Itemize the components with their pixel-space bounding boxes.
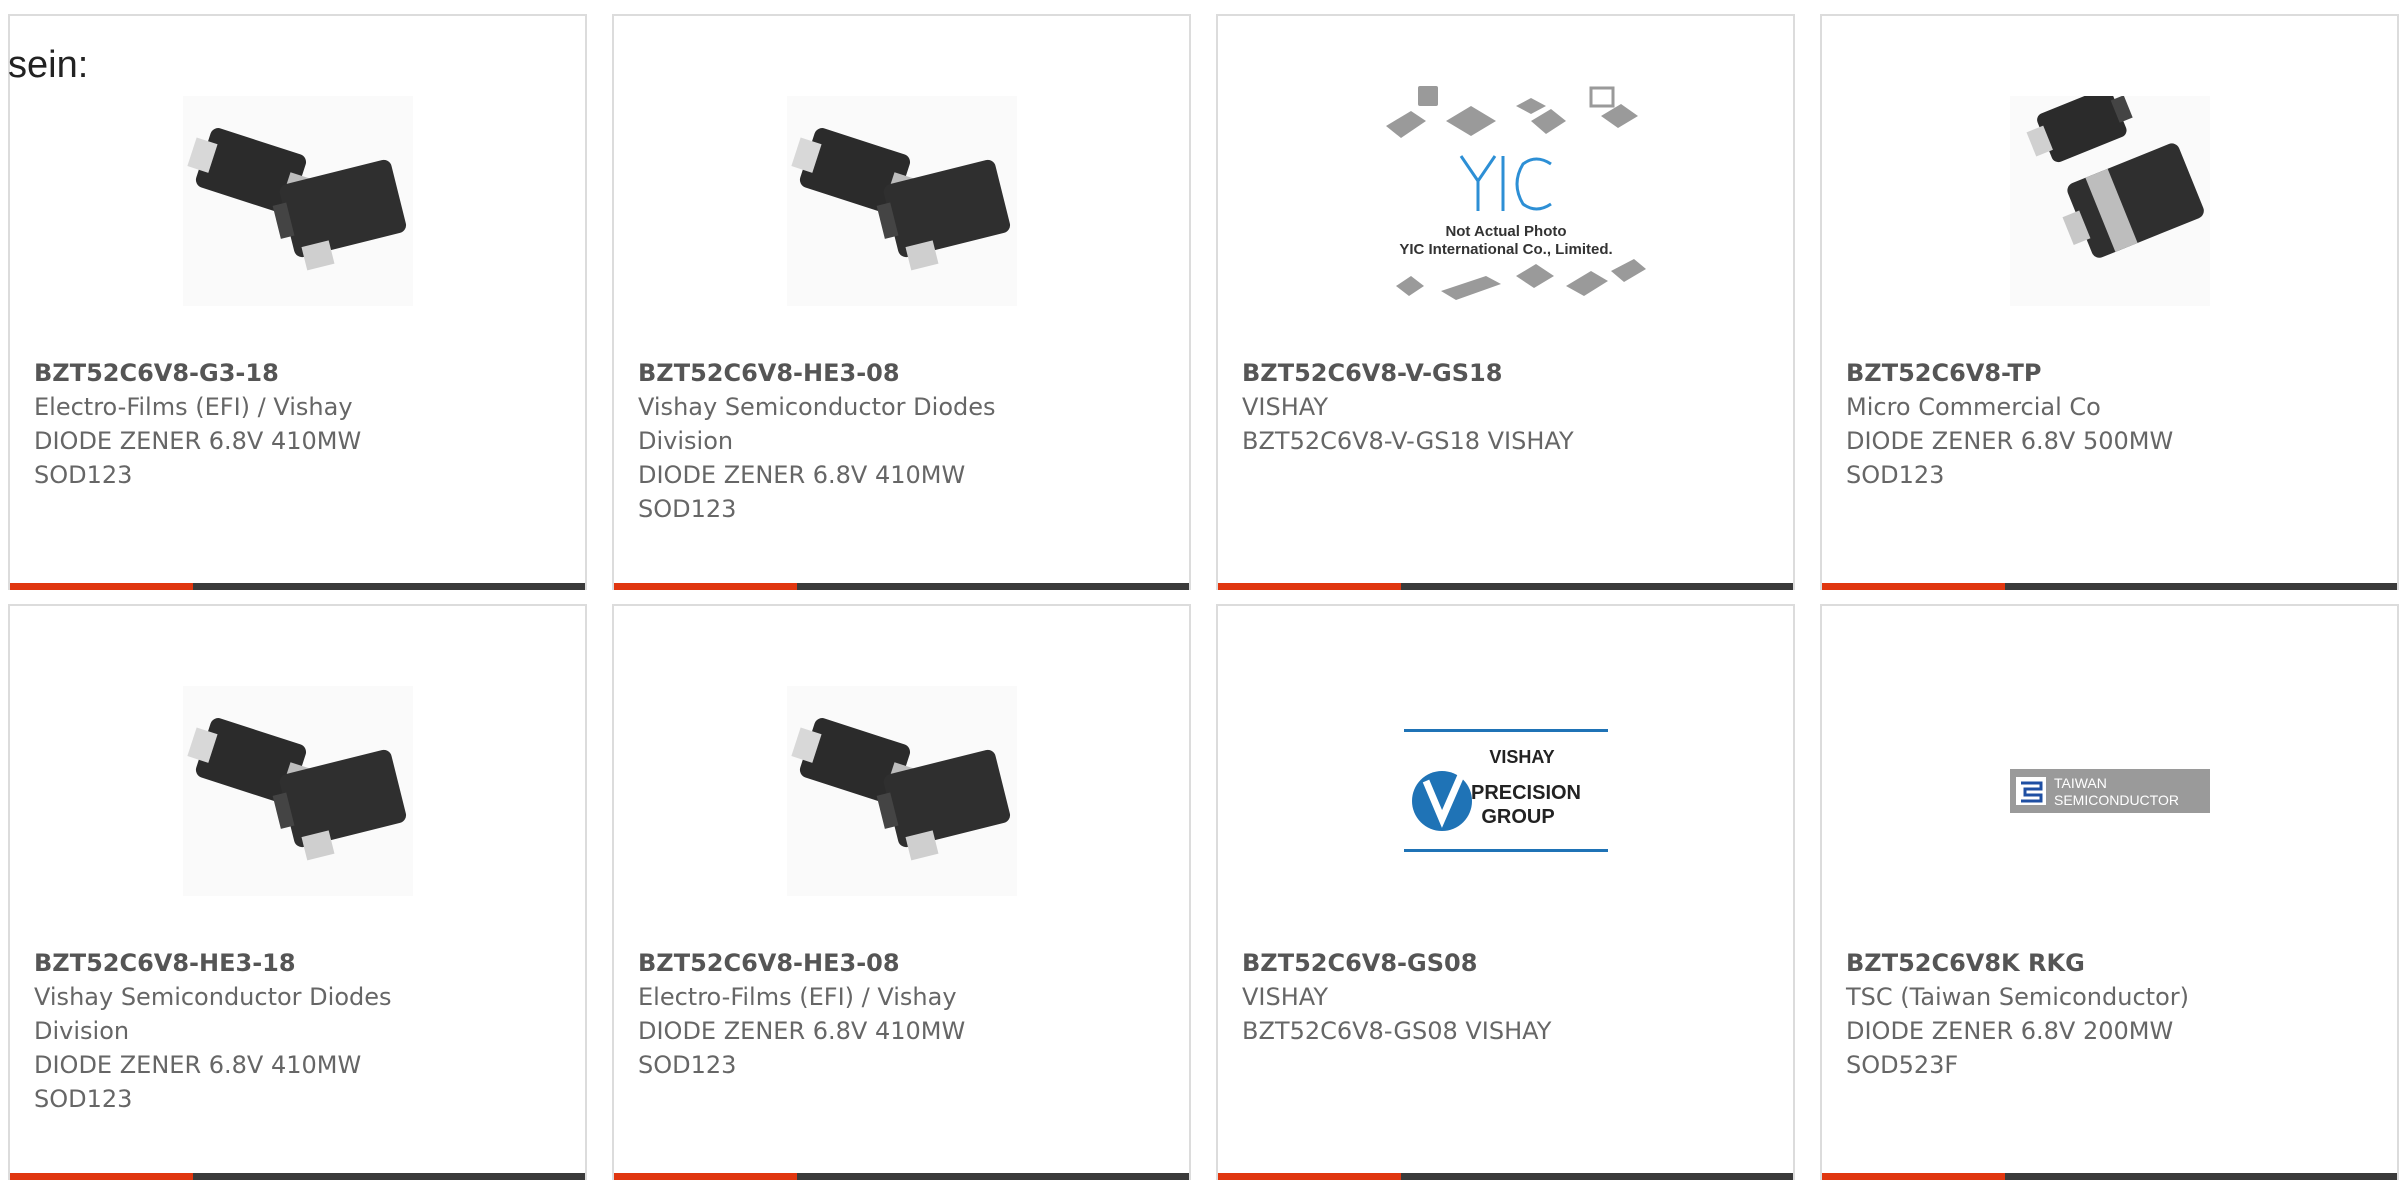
image-caption-line1: Not Actual Photo bbox=[1445, 223, 1566, 240]
description: BZT52C6V8-V-GS18 VISHAY bbox=[1242, 427, 1574, 455]
manufacturer: Vishay Semiconductor Diodes Division bbox=[638, 393, 996, 455]
logo-text-line1: VISHAY bbox=[1489, 747, 1554, 767]
part-number[interactable]: BZT52C6V8-HE3-08 bbox=[638, 946, 1039, 980]
card-footer-bar bbox=[614, 583, 1189, 590]
product-image bbox=[10, 676, 585, 906]
description: DIODE ZENER 6.8V 410MW SOD123 bbox=[34, 427, 362, 489]
product-grid: BZT52C6V8-G3-18 Electro-Films (EFI) / Vi… bbox=[8, 14, 2400, 1180]
product-card[interactable]: BZT52C6V8-HE3-18 Vishay Semiconductor Di… bbox=[8, 604, 587, 1180]
card-footer-bar bbox=[1218, 1173, 1793, 1180]
yic-placeholder-icon: Not Actual Photo YIC International Co., … bbox=[1385, 86, 1646, 300]
vishay-precision-logo-icon: VISHAY PRECISION GROUP bbox=[1403, 729, 1608, 853]
sod123-package-icon bbox=[786, 96, 1017, 306]
sod123-package-icon bbox=[786, 686, 1017, 896]
card-footer-bar bbox=[1822, 1173, 2397, 1180]
product-image: VISHAY PRECISION GROUP bbox=[1218, 676, 1793, 906]
description: DIODE ZENER 6.8V 410MW SOD123 bbox=[34, 1051, 362, 1113]
card-footer-bar bbox=[1822, 583, 2397, 590]
part-number[interactable]: BZT52C6V8-GS08 bbox=[1242, 946, 1643, 980]
product-image bbox=[614, 676, 1189, 906]
logo-text-line3: GROUP bbox=[1481, 806, 1554, 828]
part-number[interactable]: BZT52C6V8-TP bbox=[1846, 356, 2247, 390]
product-card[interactable]: BZT52C6V8-HE3-08 Vishay Semiconductor Di… bbox=[612, 14, 1191, 590]
logo-text-line2: PRECISION bbox=[1470, 782, 1580, 804]
product-card[interactable]: VISHAY PRECISION GROUP BZT52C6V8-GS08 VI… bbox=[1216, 604, 1795, 1180]
product-image bbox=[10, 86, 585, 316]
description: BZT52C6V8-GS08 VISHAY bbox=[1242, 1017, 1552, 1045]
product-card[interactable]: TAIWAN SEMICONDUCTOR BZT52C6V8K RKG TSC … bbox=[1820, 604, 2399, 1180]
product-image bbox=[614, 86, 1189, 316]
card-footer-bar bbox=[1218, 583, 1793, 590]
card-footer-bar bbox=[10, 1173, 585, 1180]
logo-text-line2: SEMICONDUCTOR bbox=[2054, 792, 2179, 808]
card-footer-bar bbox=[614, 1173, 1189, 1180]
part-number[interactable]: BZT52C6V8K RKG bbox=[1846, 946, 2247, 980]
sod123-package-icon bbox=[182, 96, 413, 306]
manufacturer: Micro Commercial Co bbox=[1846, 393, 2101, 421]
description: DIODE ZENER 6.8V 410MW SOD123 bbox=[638, 1017, 966, 1079]
section-heading: sein: bbox=[8, 44, 89, 86]
product-card[interactable]: BZT52C6V8-G3-18 Electro-Films (EFI) / Vi… bbox=[8, 14, 587, 590]
product-image: Not Actual Photo YIC International Co., … bbox=[1218, 86, 1793, 316]
product-image: TAIWAN SEMICONDUCTOR bbox=[1822, 676, 2397, 906]
image-caption-line2: YIC International Co., Limited. bbox=[1399, 241, 1612, 258]
part-number[interactable]: BZT52C6V8-HE3-18 bbox=[34, 946, 435, 980]
manufacturer: Electro-Films (EFI) / Vishay bbox=[638, 983, 957, 1011]
part-number[interactable]: BZT52C6V8-HE3-08 bbox=[638, 356, 1039, 390]
manufacturer: Electro-Films (EFI) / Vishay bbox=[34, 393, 353, 421]
part-number[interactable]: BZT52C6V8-V-GS18 bbox=[1242, 356, 1643, 390]
product-card[interactable]: BZT52C6V8-HE3-08 Electro-Films (EFI) / V… bbox=[612, 604, 1191, 1180]
part-number[interactable]: BZT52C6V8-G3-18 bbox=[34, 356, 435, 390]
product-card[interactable]: BZT52C6V8-TP Micro Commercial Co DIODE Z… bbox=[1820, 14, 2399, 590]
sod123-single-package-icon bbox=[2009, 96, 2210, 306]
sod123-package-icon bbox=[182, 686, 413, 896]
description: DIODE ZENER 6.8V 200MW SOD523F bbox=[1846, 1017, 2174, 1079]
manufacturer: TSC (Taiwan Semiconductor) bbox=[1846, 983, 2189, 1011]
manufacturer: Vishay Semiconductor Diodes Division bbox=[34, 983, 392, 1045]
manufacturer: VISHAY bbox=[1242, 983, 1328, 1011]
description: DIODE ZENER 6.8V 500MW SOD123 bbox=[1846, 427, 2174, 489]
taiwan-semiconductor-logo-icon: TAIWAN SEMICONDUCTOR bbox=[2009, 769, 2210, 813]
logo-text-line1: TAIWAN bbox=[2054, 775, 2107, 791]
description: DIODE ZENER 6.8V 410MW SOD123 bbox=[638, 461, 966, 523]
card-footer-bar bbox=[10, 583, 585, 590]
manufacturer: VISHAY bbox=[1242, 393, 1328, 421]
product-image bbox=[1822, 86, 2397, 316]
product-card[interactable]: Not Actual Photo YIC International Co., … bbox=[1216, 14, 1795, 590]
